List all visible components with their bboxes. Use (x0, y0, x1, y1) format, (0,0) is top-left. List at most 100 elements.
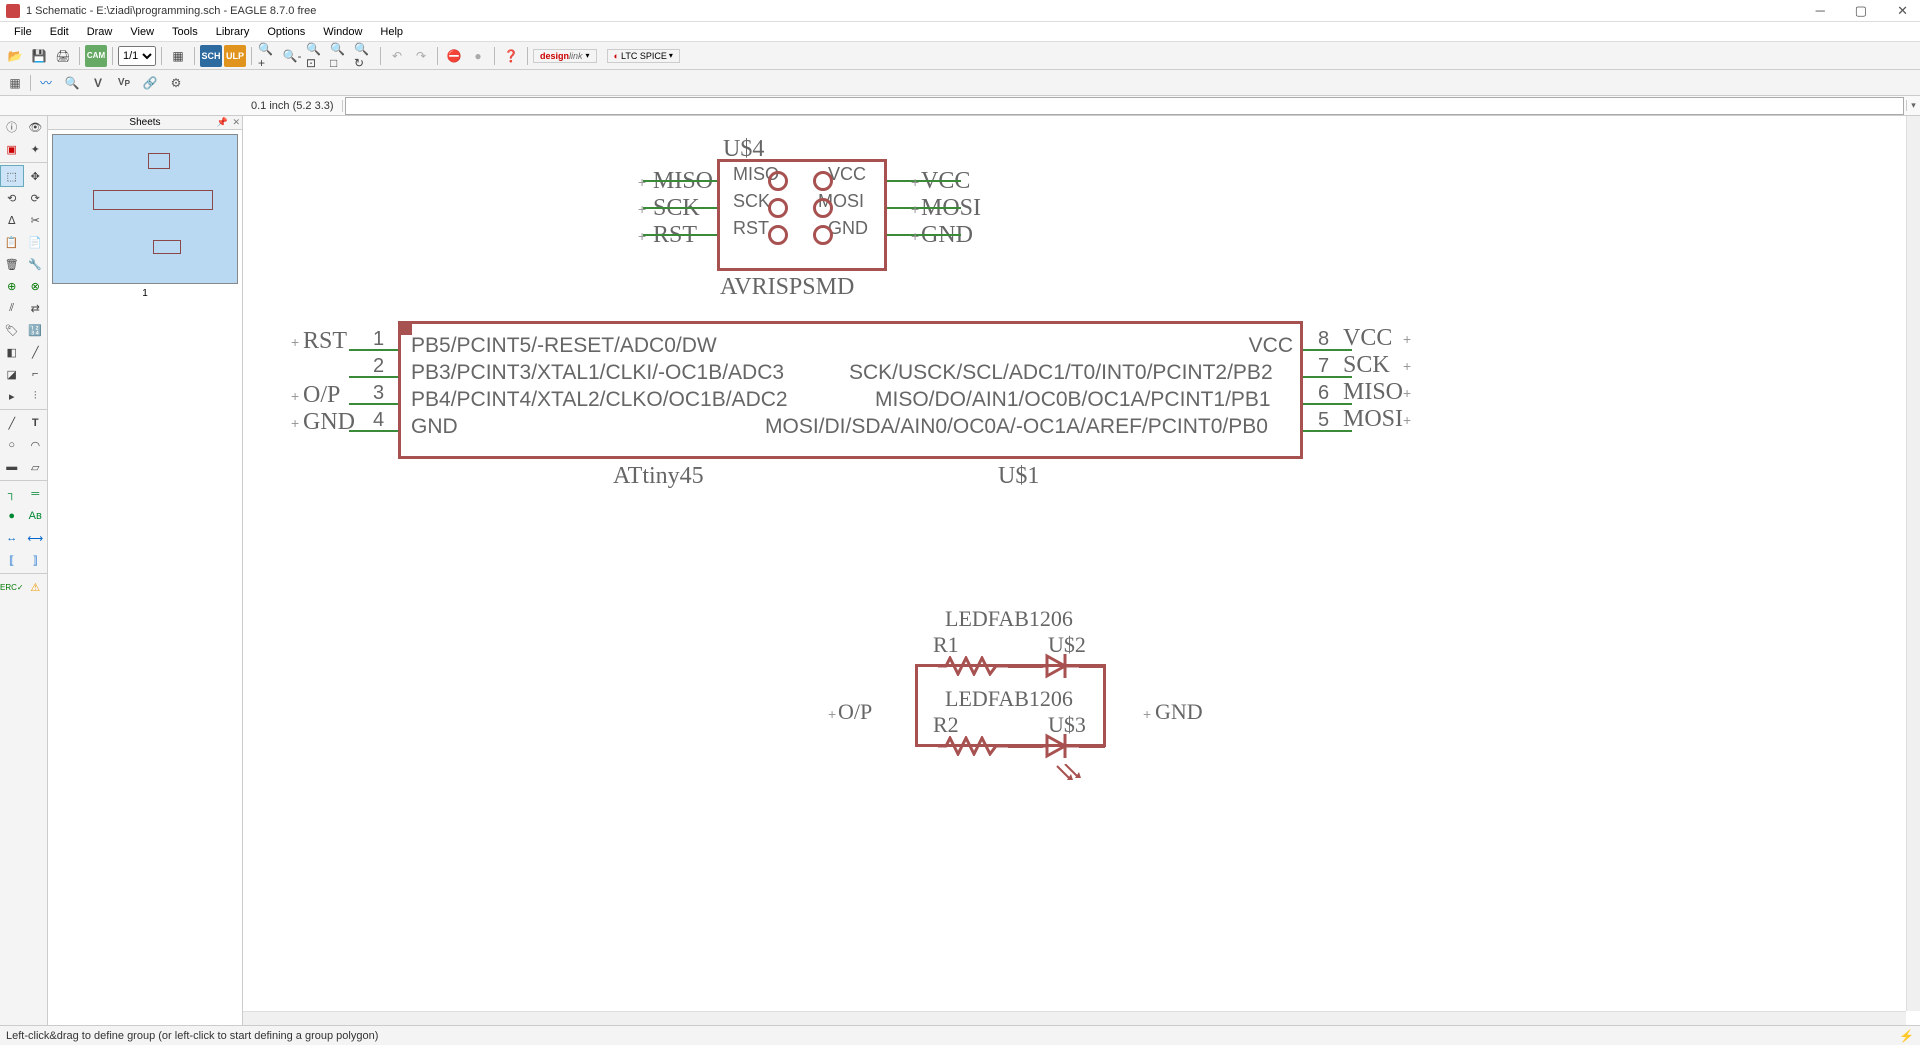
wrench-tool[interactable]: 🔧 (24, 253, 48, 275)
pin-8: 8 (1318, 328, 1329, 351)
poly-tool[interactable]: ▱ (24, 456, 48, 478)
delete-tool[interactable]: 🗑 (0, 253, 24, 275)
cut-tool[interactable]: ✂ (24, 209, 48, 231)
zoom-select[interactable]: 1/1 (118, 46, 156, 66)
mark-tool[interactable]: ✦ (24, 138, 48, 160)
label-ledfab2: LEDFAB1206 (945, 686, 1073, 712)
menu-draw[interactable]: Draw (79, 24, 121, 40)
replace-tool[interactable]: ⊗ (24, 275, 48, 297)
move-tool[interactable]: ✥ (24, 165, 47, 187)
net-mosi-rr: MOSI (1343, 406, 1403, 433)
link-button[interactable]: 🔗 (139, 72, 161, 94)
group-tool[interactable]: ᐃ (0, 209, 24, 231)
led-us2 (1043, 652, 1083, 680)
vertical-scrollbar[interactable] (1906, 116, 1920, 1011)
net-tool[interactable]: ┐ (0, 483, 24, 505)
save-button[interactable]: 💾 (28, 45, 50, 67)
paste-tool[interactable]: 📋 (0, 231, 24, 253)
hdr-vcc: VCC (828, 164, 866, 185)
close-button[interactable]: ✕ (1891, 3, 1914, 19)
board-button[interactable]: ▦ (167, 45, 189, 67)
menu-window[interactable]: Window (315, 24, 370, 40)
menu-options[interactable]: Options (259, 24, 313, 40)
erc-tool[interactable]: ERC✓ (0, 576, 24, 598)
sch-badge[interactable]: SCH (200, 45, 222, 67)
ulp-badge[interactable]: ULP (224, 45, 246, 67)
menu-file[interactable]: File (6, 24, 40, 40)
menu-tools[interactable]: Tools (164, 24, 206, 40)
zoom-out-button[interactable]: 🔍- (281, 45, 303, 67)
params-toolbar: ▦ 〰 🔍 V VP 🔗 ⚙ (0, 70, 1920, 96)
bus-tool[interactable]: ═ (24, 483, 48, 505)
arc-tool[interactable]: ◠ (24, 434, 48, 456)
frame-r-tool[interactable]: ⟧ (24, 549, 48, 571)
grid-button[interactable]: ▦ (4, 72, 26, 94)
show-tool[interactable]: 👁 (24, 116, 48, 138)
zoom-fit-button[interactable]: 🔍⊡ (305, 45, 327, 67)
redo-button[interactable]: ↷ (410, 45, 432, 67)
view-button[interactable]: 🔍 (61, 72, 83, 94)
info-tool[interactable]: ⓘ (0, 116, 24, 138)
menu-library[interactable]: Library (208, 24, 258, 40)
command-dropdown[interactable]: ▾ (1906, 100, 1920, 111)
miter-tool[interactable]: ╱ (24, 341, 48, 363)
swap-tool[interactable]: ⇄ (24, 297, 48, 319)
ltspice-button[interactable]: ◐LTC SPICE▾ (607, 49, 680, 63)
mark-vp-button[interactable]: VP (113, 72, 135, 94)
redraw-button[interactable]: 🔍↻ (353, 45, 375, 67)
sheets-close-icon[interactable]: ✕ (232, 117, 240, 128)
menu-edit[interactable]: Edit (42, 24, 77, 40)
menu-help[interactable]: Help (372, 24, 411, 40)
pin-2: 2 (373, 355, 384, 378)
print-button[interactable]: 🖨 (52, 45, 74, 67)
coordinates: 0.1 inch (5.2 3.3) (243, 100, 343, 112)
wire-tool[interactable]: ╱ (0, 412, 24, 434)
smash-tool[interactable]: ◧ (0, 341, 24, 363)
designlink-button[interactable]: designlink▾ (533, 49, 597, 63)
text-tool[interactable]: T (24, 412, 48, 434)
go-button[interactable]: ● (467, 45, 489, 67)
menu-view[interactable]: View (122, 24, 162, 40)
layer-tool[interactable]: ▣ (0, 138, 24, 160)
gate-tool[interactable]: ⫽ (0, 297, 24, 319)
eagle-icon (6, 4, 20, 18)
select-tool[interactable]: ⬚ (0, 165, 24, 187)
value-tool[interactable]: 🔢 (24, 319, 48, 341)
junction-tool[interactable]: ● (0, 505, 24, 527)
circle-tool[interactable]: ○ (0, 434, 24, 456)
mark-v-button[interactable]: V (87, 72, 109, 94)
errors-tool[interactable]: ⚠ (24, 576, 47, 598)
stop-button[interactable]: ⛔ (443, 45, 465, 67)
name-tool[interactable]: 🏷 (0, 319, 24, 341)
mirror-tool[interactable]: ⟳ (24, 187, 48, 209)
open-button[interactable]: 📂 (4, 45, 26, 67)
attr-tool[interactable]: ↔ (0, 527, 24, 549)
help-button[interactable]: ❓ (500, 45, 522, 67)
sheets-pin-icon[interactable]: 📌 (217, 117, 228, 128)
power-icon: ⚡ (1899, 1029, 1914, 1043)
route-tool[interactable]: ⌐ (24, 363, 48, 385)
command-input[interactable] (345, 97, 1904, 115)
schematic-canvas[interactable]: U$4 MISO SCK RST MISO SCK RST VCC MOSI G… (243, 116, 1920, 1025)
layer-button[interactable]: 〰 (35, 72, 57, 94)
pinswap-tool[interactable]: ⫶ (24, 385, 48, 407)
sheet-thumbnail[interactable] (52, 134, 238, 284)
cam-button[interactable]: CAM (85, 45, 107, 67)
rect-tool[interactable]: ▬ (0, 456, 24, 478)
add-tool[interactable]: ⊕ (0, 275, 24, 297)
ic-miso: MISO/DO/AIN1/OC0B/OC1A/PCINT1/PB1 (875, 388, 1271, 412)
dim-tool[interactable]: ⟷ (24, 527, 48, 549)
zoom-select-button[interactable]: 🔍□ (329, 45, 351, 67)
zoom-in-button[interactable]: 🔍+ (257, 45, 279, 67)
horizontal-scrollbar[interactable] (243, 1011, 1906, 1025)
settings-button[interactable]: ⚙ (165, 72, 187, 94)
maximize-button[interactable]: ▢ (1849, 3, 1873, 19)
label-tool[interactable]: Aʙ (24, 505, 48, 527)
invoke-tool[interactable]: ▸ (0, 385, 24, 407)
undo-button[interactable]: ↶ (386, 45, 408, 67)
paste2-tool[interactable]: 📄 (24, 231, 48, 253)
minimize-button[interactable]: ─ (1810, 3, 1831, 19)
split-tool[interactable]: ◪ (0, 363, 24, 385)
copy-tool[interactable]: ⟲ (0, 187, 24, 209)
frame-l-tool[interactable]: ⟦ (0, 549, 24, 571)
